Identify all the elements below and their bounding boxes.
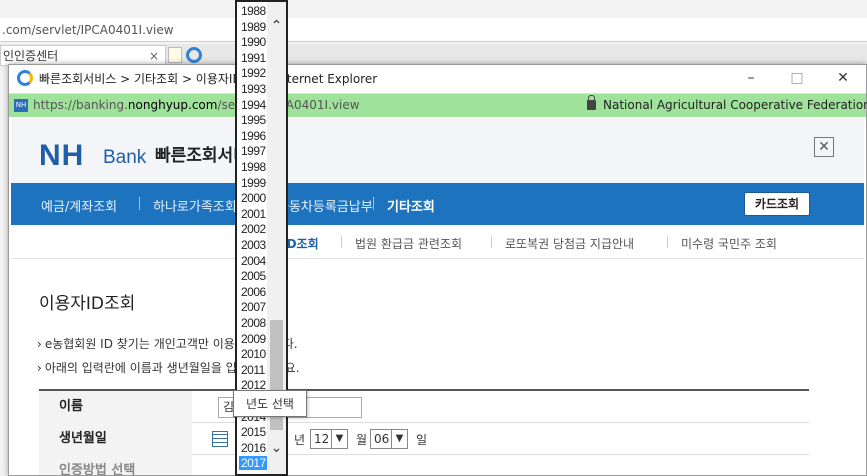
subnav-divider bbox=[341, 236, 342, 248]
background-tab-label: 인인증센터 bbox=[3, 49, 59, 63]
year-option[interactable]: 2015 bbox=[241, 425, 267, 439]
chevron-down-icon: ▼ bbox=[391, 430, 407, 448]
lookup-form: 이름 김 생년월일 년 12 ▼ 월 06 ▼ 일 인증방법 선택 bbox=[39, 389, 809, 475]
nav-item-deposit[interactable]: 예금/계좌조회 bbox=[41, 196, 117, 215]
year-option[interactable]: 2011 bbox=[241, 363, 267, 377]
year-option[interactable]: 1997 bbox=[241, 144, 267, 158]
year-option[interactable]: 1988 bbox=[241, 4, 267, 18]
background-address-bar: .com/servlet/IPCA0401I.view bbox=[0, 18, 867, 42]
site-header: NH Bank 빠른조회서비스 ✕ bbox=[11, 119, 864, 183]
site-favicon-icon: NH bbox=[14, 99, 28, 112]
form-row-name: 이름 김 bbox=[39, 391, 809, 423]
year-option[interactable]: 1993 bbox=[241, 82, 267, 96]
background-tab[interactable]: 인인증센터 × bbox=[0, 45, 166, 65]
day-select[interactable]: 06 ▼ bbox=[370, 429, 408, 449]
minimize-button[interactable]: – bbox=[731, 67, 771, 89]
window-titlebar: 빠른조회서비스 > 기타조회 > 이용자ID조회 - Internet Expl… bbox=[9, 65, 866, 91]
year-option[interactable]: 2003 bbox=[241, 238, 267, 252]
tab-national-stock[interactable]: 미수령 국민주 조회 bbox=[681, 235, 777, 252]
year-option[interactable]: 2016 bbox=[241, 441, 267, 455]
day-value: 06 bbox=[374, 432, 390, 446]
year-option[interactable]: 1998 bbox=[241, 160, 267, 174]
name-label: 이름 bbox=[39, 391, 192, 423]
ie-logo-icon bbox=[17, 70, 33, 86]
main-nav: 예금/계좌조회 하나로가족조회 자동차등록금납부 기타조회 카드조회 bbox=[11, 183, 864, 225]
calendar-icon[interactable] bbox=[212, 431, 228, 447]
year-option[interactable]: 2009 bbox=[241, 332, 267, 346]
subnav-divider bbox=[491, 236, 492, 248]
year-option[interactable]: 2001 bbox=[241, 207, 267, 221]
nav-item-other[interactable]: 기타조회 bbox=[387, 196, 435, 215]
year-option[interactable]: 2010 bbox=[241, 347, 267, 361]
day-unit: 일 bbox=[416, 433, 428, 447]
form-row-birth: 생년월일 년 12 ▼ 월 06 ▼ 일 bbox=[39, 423, 809, 455]
year-option[interactable]: 1992 bbox=[241, 66, 267, 80]
address-bar[interactable]: NH https://banking.nonghyup.com/servlet/… bbox=[9, 93, 867, 117]
tab-close-icon[interactable]: × bbox=[149, 46, 159, 66]
security-org-label[interactable]: National Agricultural Cooperative Federa… bbox=[603, 98, 867, 112]
year-option[interactable]: 1989 bbox=[241, 20, 267, 34]
scroll-up-icon[interactable]: ⌃ bbox=[269, 18, 284, 34]
tab-lotto[interactable]: 로또복권 당첨금 지급안내 bbox=[505, 235, 634, 252]
nav-divider bbox=[373, 197, 374, 210]
year-option[interactable]: 2000 bbox=[241, 191, 267, 205]
year-option[interactable]: 2006 bbox=[241, 285, 267, 299]
window-title: 빠른조회서비스 > 기타조회 > 이용자ID조회 - Internet Expl… bbox=[39, 72, 378, 86]
subnav-divider bbox=[667, 236, 668, 248]
year-option[interactable]: 2017 bbox=[239, 456, 269, 471]
page-close-button[interactable]: ✕ bbox=[814, 137, 834, 157]
nav-item-car-tax[interactable]: 자동차등록금납부 bbox=[277, 196, 373, 215]
year-unit: 년 bbox=[294, 433, 306, 447]
year-select-tooltip: 년도 선택 bbox=[233, 390, 307, 417]
lock-icon[interactable] bbox=[587, 95, 596, 110]
nav-item-family[interactable]: 하나로가족조회 bbox=[153, 196, 237, 215]
year-option[interactable]: 1999 bbox=[241, 176, 267, 190]
bank-logo-text: Bank bbox=[103, 147, 147, 168]
year-option[interactable]: 2007 bbox=[241, 300, 267, 314]
year-option[interactable]: 1996 bbox=[241, 129, 267, 143]
form-row-auth: 인증방법 선택 bbox=[39, 455, 809, 475]
card-inquiry-button[interactable]: 카드조회 bbox=[744, 192, 810, 216]
popup-window: 빠른조회서비스 > 기타조회 > 이용자ID조회 - Internet Expl… bbox=[8, 64, 867, 476]
page-content: NH Bank 빠른조회서비스 ✕ 예금/계좌조회 하나로가족조회 자동차등록금… bbox=[11, 119, 864, 475]
year-option[interactable]: 2004 bbox=[241, 254, 267, 268]
year-option[interactable]: 1994 bbox=[241, 98, 267, 112]
background-tab-strip: 인인증센터 × bbox=[0, 44, 867, 66]
year-option[interactable]: 2008 bbox=[241, 316, 267, 330]
nav-divider bbox=[139, 197, 140, 210]
month-select[interactable]: 12 ▼ bbox=[310, 429, 348, 449]
year-option[interactable]: 2002 bbox=[241, 222, 267, 236]
maximize-button[interactable]: □ bbox=[777, 67, 817, 89]
window-close-button[interactable]: ✕ bbox=[823, 67, 863, 89]
new-tab-icon[interactable] bbox=[168, 47, 182, 63]
birth-label: 생년월일 bbox=[39, 423, 192, 455]
year-option[interactable]: 2005 bbox=[241, 269, 267, 283]
scroll-down-icon[interactable]: ⌄ bbox=[269, 440, 284, 456]
year-option[interactable]: 1990 bbox=[241, 35, 267, 49]
month-unit: 월 bbox=[356, 433, 368, 447]
nh-logo: NH bbox=[39, 139, 85, 172]
year-option[interactable]: 1991 bbox=[241, 51, 267, 65]
year-option[interactable]: 1995 bbox=[241, 113, 267, 127]
page-title: 이용자ID조회 bbox=[39, 294, 136, 314]
ie-tab-icon[interactable] bbox=[186, 47, 202, 63]
address-url[interactable]: https://banking.nonghyup.com/servlet/IPC… bbox=[33, 98, 360, 112]
url-prefix: https://banking. bbox=[33, 98, 128, 112]
url-domain: nonghyup.com bbox=[127, 98, 218, 112]
month-value: 12 bbox=[314, 432, 330, 446]
auth-label: 인증방법 선택 bbox=[39, 455, 192, 475]
sub-nav: 이용자ID조회 법원 환급금 관련조회 로또복권 당첨금 지급안내 미수령 국민… bbox=[11, 225, 864, 259]
background-url-text: .com/servlet/IPCA0401I.view bbox=[2, 23, 174, 37]
chevron-down-icon: ▼ bbox=[331, 430, 347, 448]
tab-court-refund[interactable]: 법원 환급금 관련조회 bbox=[355, 235, 462, 252]
